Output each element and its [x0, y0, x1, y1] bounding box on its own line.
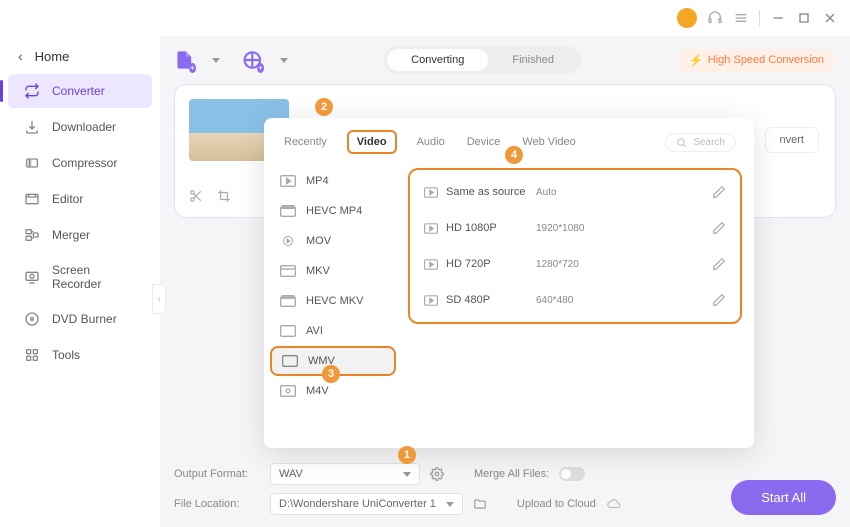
resolution-list: Same as sourceAuto HD 1080P1920*1080 HD …: [402, 162, 754, 448]
chevron-down-icon: [446, 502, 454, 507]
resolution-same[interactable]: Same as sourceAuto: [410, 174, 740, 210]
sidebar-item-tools[interactable]: Tools: [8, 338, 152, 372]
format-mp4[interactable]: MP4: [264, 166, 402, 196]
minimize-icon[interactable]: [770, 10, 786, 26]
format-hevc-mp4[interactable]: HEVC MP4: [264, 196, 402, 226]
add-url-dropdown-icon[interactable]: [280, 58, 288, 63]
compressor-icon: [24, 155, 40, 171]
format-mov[interactable]: MOV: [264, 226, 402, 256]
merger-icon: [24, 227, 40, 243]
dvd-icon: [24, 311, 40, 327]
headset-icon[interactable]: [707, 10, 723, 26]
separator: [759, 10, 760, 26]
add-file-dropdown-icon[interactable]: [212, 58, 220, 63]
badge-2: 2: [315, 98, 333, 116]
settings-icon[interactable]: [430, 467, 444, 481]
cloud-icon[interactable]: [606, 497, 622, 511]
editor-icon: [24, 191, 40, 207]
titlebar: [0, 0, 850, 36]
add-url-button[interactable]: +: [242, 47, 270, 73]
format-mkv[interactable]: MKV: [264, 256, 402, 286]
format-popup: Recently Video Audio Device Web Video Se…: [264, 118, 754, 448]
tab-converting[interactable]: Converting: [387, 49, 488, 71]
bolt-icon: ⚡: [689, 54, 703, 67]
sidebar-collapse[interactable]: ‹: [152, 284, 166, 314]
badge-4: 4: [505, 146, 523, 164]
resolution-480p[interactable]: SD 480P640*480: [410, 282, 740, 318]
popup-tab-audio[interactable]: Audio: [415, 134, 447, 150]
tools-icon: [24, 347, 40, 363]
add-file-button[interactable]: +: [174, 47, 202, 73]
avatar[interactable]: [677, 8, 697, 28]
popup-tab-recently[interactable]: Recently: [282, 134, 329, 150]
format-hevc-mkv[interactable]: HEVC MKV: [264, 286, 402, 316]
crop-icon[interactable]: [217, 189, 231, 203]
back-label: Home: [35, 49, 70, 64]
video-icon: [424, 259, 438, 270]
recorder-icon: [24, 269, 40, 285]
tab-finished[interactable]: Finished: [488, 49, 578, 71]
chevron-down-icon: [403, 472, 411, 477]
merge-label: Merge All Files:: [474, 468, 549, 480]
maximize-icon[interactable]: [796, 10, 812, 26]
download-icon: [24, 119, 40, 135]
edit-icon[interactable]: [712, 257, 726, 271]
file-location-select[interactable]: D:\Wondershare UniConverter 1: [270, 493, 463, 515]
resolution-1080p[interactable]: HD 1080P1920*1080: [410, 210, 740, 246]
output-format-label: Output Format:: [174, 468, 260, 480]
trim-icon[interactable]: [189, 189, 203, 203]
convert-button[interactable]: nvert: [765, 127, 819, 153]
video-icon: [424, 295, 438, 306]
popup-tab-video[interactable]: Video: [347, 130, 397, 154]
back-home[interactable]: ‹ Home: [0, 40, 160, 72]
popup-search[interactable]: Search: [665, 133, 736, 152]
format-icon: [280, 205, 296, 217]
sidebar-item-screen-recorder[interactable]: Screen Recorder: [8, 254, 152, 300]
converter-icon: [24, 83, 40, 99]
edit-icon[interactable]: [712, 185, 726, 199]
resolution-720p[interactable]: HD 720P1280*720: [410, 246, 740, 282]
format-icon: [280, 385, 296, 397]
sidebar-item-converter[interactable]: Converter: [8, 74, 152, 108]
sidebar-item-merger[interactable]: Merger: [8, 218, 152, 252]
format-list: MP4 HEVC MP4 MOV MKV HEVC MKV AVI WMV M4…: [264, 162, 402, 448]
upload-label: Upload to Cloud: [517, 498, 596, 510]
format-icon: [280, 175, 296, 187]
folder-icon[interactable]: [473, 497, 487, 511]
sidebar-item-compressor[interactable]: Compressor: [8, 146, 152, 180]
popup-tab-web[interactable]: Web Video: [520, 134, 577, 150]
badge-1: 1: [398, 446, 416, 464]
format-avi[interactable]: AVI: [264, 316, 402, 346]
popup-tab-device[interactable]: Device: [465, 134, 503, 150]
format-icon: [282, 355, 298, 367]
file-location-label: File Location:: [174, 498, 260, 510]
format-icon: [280, 235, 296, 247]
format-icon: [280, 265, 296, 277]
merge-toggle[interactable]: [559, 467, 585, 481]
sidebar: ‹ Home Converter Downloader Compressor E…: [0, 36, 160, 527]
bottom-bar: Output Format: WAV Merge All Files: File…: [174, 459, 836, 519]
badge-3: 3: [322, 365, 340, 383]
edit-icon[interactable]: [712, 221, 726, 235]
tab-segment: Converting Finished: [384, 46, 581, 74]
close-icon[interactable]: [822, 10, 838, 26]
sidebar-item-dvd-burner[interactable]: DVD Burner: [8, 302, 152, 336]
format-icon: [280, 325, 296, 337]
edit-icon[interactable]: [712, 293, 726, 307]
video-icon: [424, 223, 438, 234]
menu-icon[interactable]: [733, 10, 749, 26]
format-icon: [280, 295, 296, 307]
sidebar-item-downloader[interactable]: Downloader: [8, 110, 152, 144]
video-icon: [424, 187, 438, 198]
start-all-button[interactable]: Start All: [731, 480, 836, 515]
search-icon: [676, 137, 687, 148]
high-speed-badge[interactable]: ⚡ High Speed Conversion: [677, 49, 836, 72]
output-format-select[interactable]: WAV: [270, 463, 420, 485]
sidebar-item-editor[interactable]: Editor: [8, 182, 152, 216]
topbar: + + Converting Finished ⚡ High Speed Con…: [174, 36, 836, 84]
